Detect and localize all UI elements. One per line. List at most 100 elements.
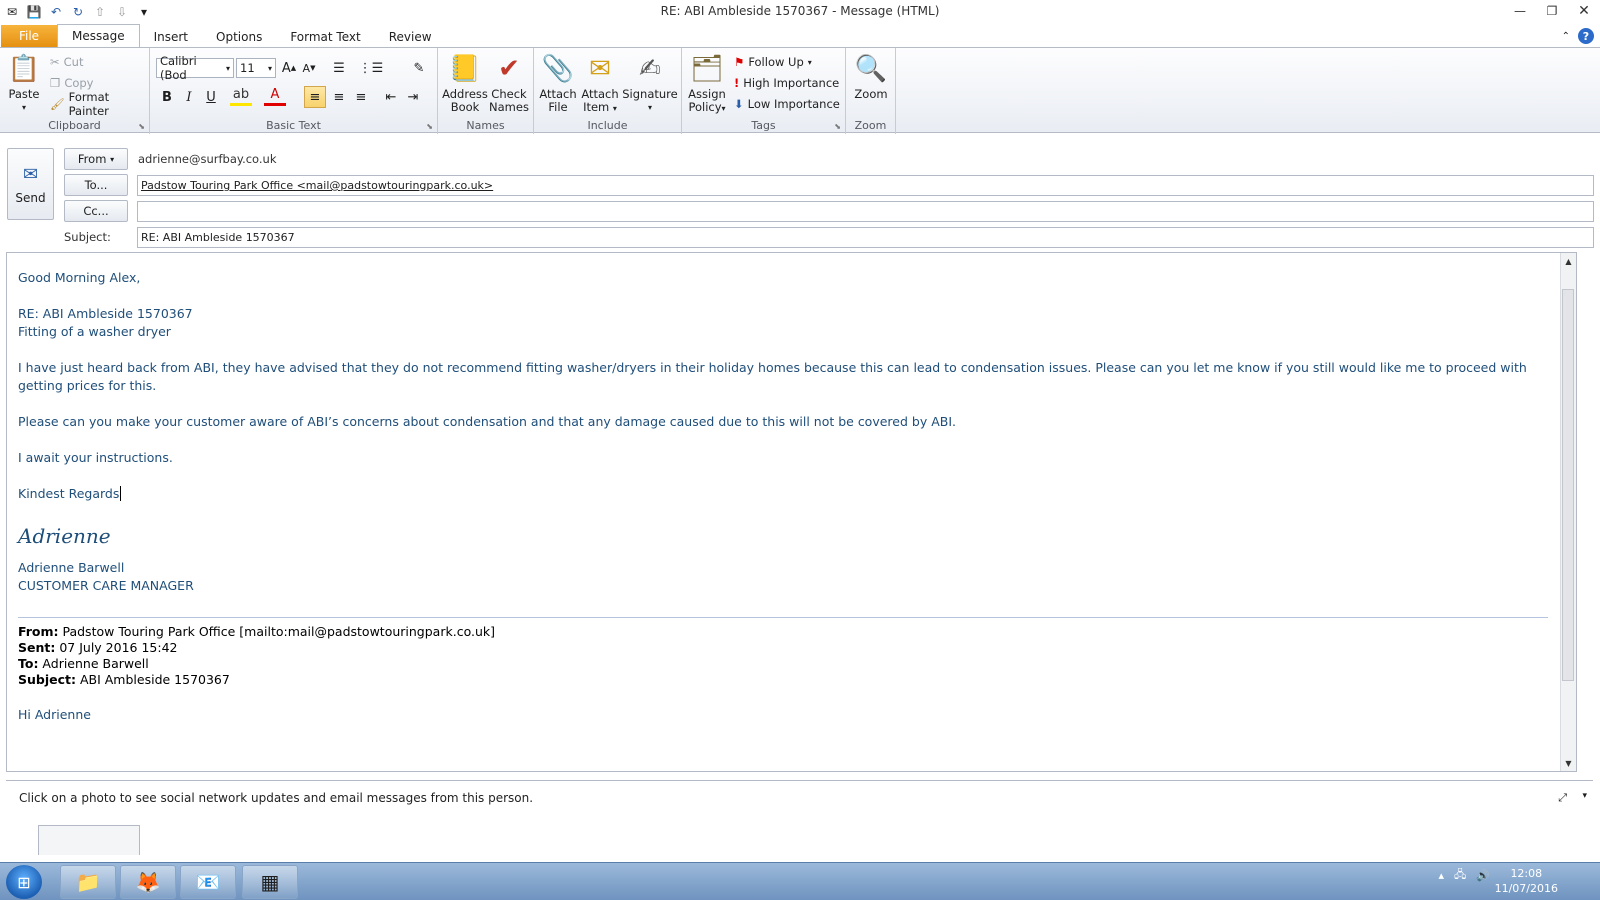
volume-icon[interactable]: 🔊 bbox=[1476, 869, 1490, 882]
explorer-taskbar-icon[interactable]: 📁 bbox=[60, 865, 116, 899]
quote-divider bbox=[18, 617, 1548, 618]
scissors-icon: ✂ bbox=[50, 55, 60, 69]
signature-icon: ✍ bbox=[639, 53, 661, 84]
bullets-icon[interactable]: ☰ bbox=[328, 57, 350, 79]
underline-button[interactable]: U bbox=[200, 86, 222, 108]
basic-text-group: Calibri (Bod ▾ 11 ▾ A ▲ A ▼ ☰ ⋮☰ ✎ B I U ab … bbox=[150, 48, 438, 134]
italic-button[interactable]: I bbox=[178, 86, 200, 108]
brush-icon: 🖌 bbox=[50, 97, 65, 111]
highlight-icon[interactable]: ab bbox=[230, 86, 252, 106]
cut-button[interactable]: ✂ Cut bbox=[50, 52, 83, 72]
cc-field[interactable] bbox=[137, 201, 1594, 222]
from-button[interactable]: From ▾ bbox=[64, 148, 128, 170]
expand-pane-icon[interactable]: ⤢ bbox=[1558, 791, 1567, 805]
system-tray: ▴ 🖧 🔊 bbox=[1439, 866, 1491, 885]
tab-review[interactable]: Review bbox=[375, 26, 446, 48]
font-name-select[interactable]: Calibri (Bod ▾ bbox=[156, 54, 234, 82]
zoom-label: Zoom bbox=[854, 119, 887, 132]
dialog-launcher-icon[interactable]: ⬊ bbox=[426, 122, 433, 131]
include-group: 📎 Attach File ✉ Attach Item ▾ ✍ Signatur… bbox=[534, 48, 682, 134]
basic-text-label: Basic Text bbox=[266, 119, 321, 132]
check-names-button[interactable]: ✔ Check Names bbox=[488, 52, 530, 114]
scroll-down-icon[interactable]: ▼ bbox=[1561, 755, 1576, 771]
message-body[interactable]: Good Morning Alex, RE: ABI Ambleside 157… bbox=[6, 252, 1577, 772]
quoted-header: From: Padstow Touring Park Office [mailt… bbox=[18, 624, 496, 687]
scroll-up-icon[interactable]: ▲ bbox=[1561, 253, 1576, 269]
attach-item-button[interactable]: ✉ Attach Item ▾ bbox=[580, 52, 620, 115]
topic-line: Fitting of a washer dryer bbox=[18, 324, 171, 339]
show-hidden-icons[interactable]: ▴ bbox=[1439, 869, 1445, 882]
clipboard-label: Clipboard bbox=[48, 119, 101, 132]
subject-label: Subject: bbox=[64, 230, 111, 244]
text-cursor bbox=[120, 486, 122, 501]
paragraph-1: I have just heard back from ABI, they ha… bbox=[18, 360, 1527, 393]
network-icon[interactable]: 🖧 bbox=[1454, 866, 1466, 885]
send-button[interactable]: ✉ Send bbox=[7, 148, 54, 220]
format-painter-button[interactable]: 🖌 Format Painter bbox=[50, 90, 149, 118]
message-content[interactable]: Good Morning Alex, RE: ABI Ambleside 157… bbox=[18, 269, 1548, 724]
numbering-icon[interactable]: ⋮☰ bbox=[359, 57, 384, 79]
clear-formatting-icon[interactable]: ✎ bbox=[408, 57, 430, 79]
decrease-indent-icon[interactable]: ⇤ bbox=[380, 86, 402, 108]
tab-options[interactable]: Options bbox=[202, 26, 276, 48]
tags-label: Tags bbox=[751, 119, 776, 132]
clipboard-icon: 📋 bbox=[7, 53, 41, 84]
taskbar: ⊞ 📁 🦊 📧 ▦ ▴ 🖧 🔊 12:08 11/07/2016 bbox=[0, 862, 1600, 900]
to-button[interactable]: To... bbox=[64, 174, 128, 196]
follow-up-button[interactable]: ⚑ Follow Up ▾ bbox=[734, 52, 812, 72]
names-group: 📒 Address Book ✔ Check Names Names bbox=[438, 48, 534, 134]
tab-format-text[interactable]: Format Text bbox=[276, 26, 374, 48]
minimize-ribbon-icon[interactable]: ⌃ bbox=[1562, 31, 1570, 42]
contact-photo[interactable] bbox=[38, 825, 140, 855]
increase-indent-icon[interactable]: ⇥ bbox=[402, 86, 424, 108]
dialog-launcher-icon[interactable]: ⬊ bbox=[138, 122, 145, 131]
assign-policy-button[interactable]: 🗂 Assign Policy▾ bbox=[686, 52, 728, 115]
low-importance-button[interactable]: ⬇ Low Importance bbox=[734, 94, 840, 114]
copy-icon: ❐ bbox=[50, 76, 61, 90]
start-button[interactable]: ⊞ bbox=[6, 865, 42, 899]
people-pane: Click on a photo to see social network u… bbox=[6, 780, 1593, 855]
high-importance-button[interactable]: ! High Importance bbox=[734, 73, 839, 93]
font-size-select[interactable]: 11 ▾ bbox=[236, 58, 276, 78]
align-left-button[interactable]: ≡ bbox=[304, 86, 326, 108]
align-right-button[interactable]: ≡ bbox=[350, 86, 372, 108]
restore-button[interactable]: ❐ bbox=[1536, 0, 1568, 22]
envelope-icon: ✉ bbox=[589, 53, 611, 84]
tab-file[interactable]: File bbox=[1, 25, 57, 48]
firefox-taskbar-icon[interactable]: 🦊 bbox=[120, 865, 176, 899]
calendar-app-taskbar-icon[interactable]: ▦ bbox=[242, 865, 298, 899]
align-center-button[interactable]: ≡ bbox=[328, 86, 350, 108]
flag-icon: ⚑ bbox=[734, 55, 745, 69]
address-book-button[interactable]: 📒 Address Book bbox=[442, 52, 488, 114]
subject-field[interactable]: RE: ABI Ambleside 1570367 bbox=[137, 227, 1594, 248]
address-book-icon: 📒 bbox=[448, 53, 482, 84]
help-icon[interactable]: ? bbox=[1578, 28, 1594, 44]
bold-button[interactable]: B bbox=[156, 86, 178, 108]
tab-insert[interactable]: Insert bbox=[140, 26, 202, 48]
grow-font-icon[interactable]: A ▲ bbox=[278, 57, 300, 79]
outlook-taskbar-icon[interactable]: 📧 bbox=[180, 865, 236, 899]
shrink-font-icon[interactable]: A ▼ bbox=[298, 57, 320, 79]
body-scrollbar[interactable]: ▲ ▼ bbox=[1560, 253, 1576, 771]
attach-file-button[interactable]: 📎 Attach File bbox=[538, 52, 578, 114]
ribbon-tabs: File Message Insert Options Format Text … bbox=[0, 24, 1600, 48]
dialog-launcher-icon[interactable]: ⬊ bbox=[834, 122, 841, 131]
signature-name: Adrienne Barwell bbox=[18, 560, 125, 575]
tags-group: 🗂 Assign Policy▾ ⚑ Follow Up ▾ ! High Impor… bbox=[682, 48, 846, 134]
window-title: RE: ABI Ambleside 1570367 - Message (HTM… bbox=[660, 4, 940, 18]
zoom-group: 🔍 Zoom Zoom bbox=[846, 48, 896, 134]
scroll-thumb[interactable] bbox=[1562, 289, 1574, 681]
tab-message[interactable]: Message bbox=[57, 24, 140, 48]
collapse-pane-icon[interactable]: ▾ bbox=[1582, 791, 1587, 801]
zoom-button[interactable]: 🔍 Zoom bbox=[852, 52, 890, 101]
to-field[interactable]: Padstow Touring Park Office <mail@padsto… bbox=[137, 175, 1594, 196]
font-color-icon[interactable]: A bbox=[264, 86, 286, 106]
clock[interactable]: 12:08 11/07/2016 bbox=[1495, 866, 1558, 896]
message-header: ✉ Send From ▾ adrienne@surfbay.co.uk To.… bbox=[0, 134, 1600, 250]
paste-button[interactable]: 📋 Paste ▾ bbox=[6, 52, 42, 114]
magnifier-icon: 🔍 bbox=[854, 53, 888, 84]
close-button[interactable]: ✕ bbox=[1568, 0, 1600, 22]
minimize-button[interactable]: — bbox=[1504, 0, 1536, 22]
cc-button[interactable]: Cc... bbox=[64, 200, 128, 222]
signature-button[interactable]: ✍ Signature ▾ bbox=[622, 52, 678, 114]
